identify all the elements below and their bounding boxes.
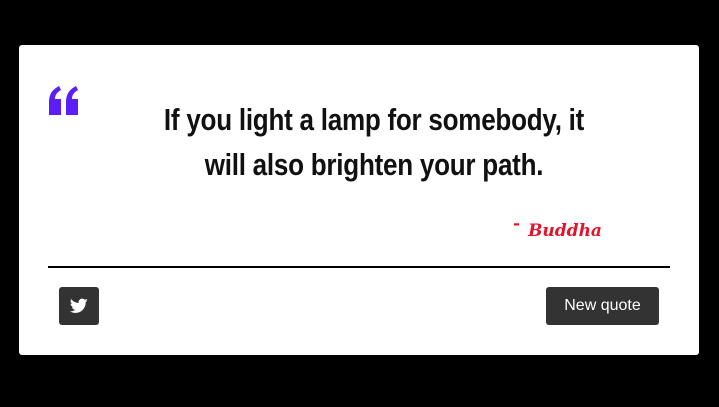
left-quote-icon xyxy=(49,86,78,115)
twitter-icon xyxy=(70,298,88,313)
tweet-button[interactable] xyxy=(59,287,99,325)
quote-box: If you light a lamp for somebody, it wil… xyxy=(19,45,699,355)
author-dash: - xyxy=(513,214,521,234)
new-quote-button[interactable]: New quote xyxy=(546,287,659,325)
author-name: Buddha xyxy=(528,221,602,241)
quote-text: If you light a lamp for somebody, it wil… xyxy=(163,102,585,182)
quote-author: - Buddha xyxy=(513,214,602,241)
divider xyxy=(48,266,670,268)
